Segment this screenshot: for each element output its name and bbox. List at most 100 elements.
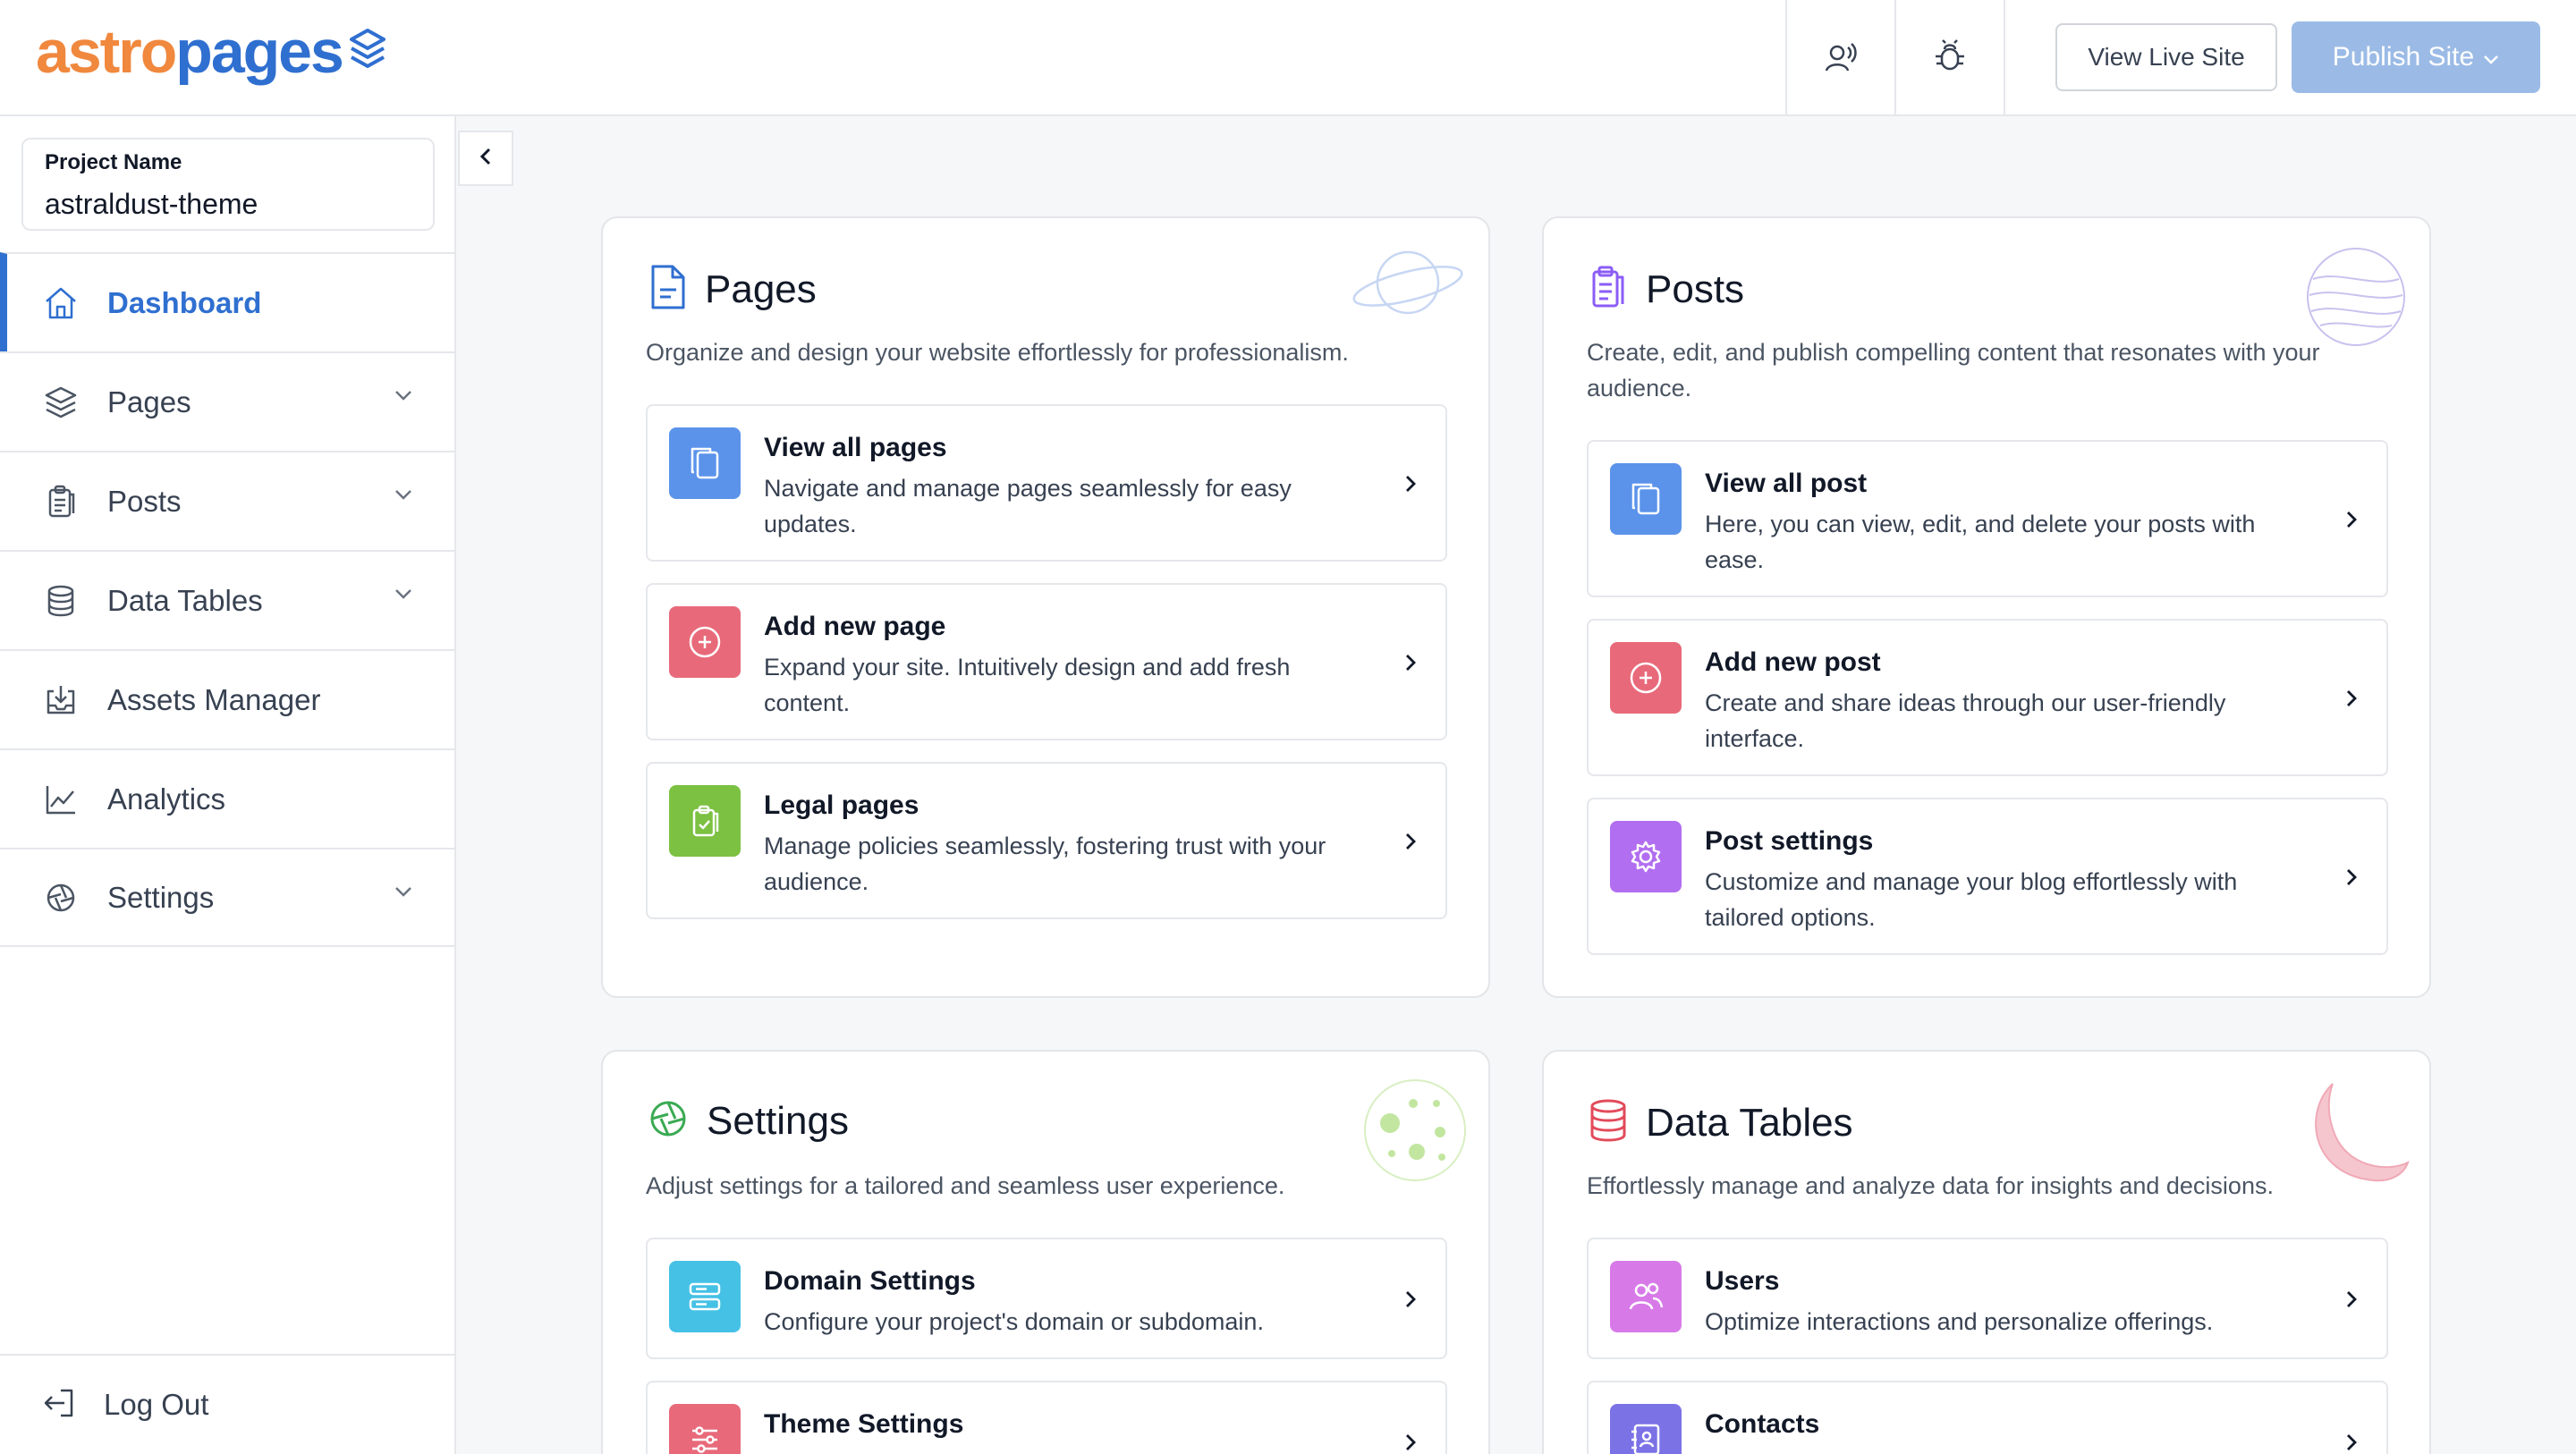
- settings-card: Settings Adjust settings for a tailored …: [601, 1050, 1490, 1454]
- add-new-page-item[interactable]: Add new page Expand your site. Intuitive…: [646, 583, 1447, 740]
- item-description: Manage policies seamlessly, fostering tr…: [764, 833, 1326, 895]
- sidebar-item-dashboard[interactable]: Dashboard: [0, 252, 454, 351]
- data-tables-card-title: Data Tables: [1646, 1100, 1853, 1145]
- sidebar-item-assets-manager[interactable]: Assets Manager: [0, 649, 454, 748]
- sidebar-item-label: Posts: [107, 484, 182, 518]
- sidebar-item-posts[interactable]: Posts: [0, 451, 454, 550]
- view-all-pages-item[interactable]: View all pages Navigate and manage pages…: [646, 404, 1447, 562]
- project-name-label: Project Name: [45, 150, 182, 174]
- publish-site-button[interactable]: Publish Site: [2292, 21, 2540, 93]
- sidebar-item-settings[interactable]: Settings: [0, 848, 454, 947]
- chevron-right-icon: [2345, 689, 2358, 713]
- post-settings-item[interactable]: Post settings Customize and manage your …: [1587, 798, 2388, 955]
- plus-circle-icon: [1610, 642, 1682, 714]
- users-item[interactable]: Users Optimize interactions and personal…: [1587, 1238, 2388, 1359]
- sidebar-item-label: Settings: [107, 880, 215, 914]
- chevron-down-icon: [394, 588, 413, 604]
- home-icon: [41, 283, 80, 323]
- posts-card-title: Posts: [1646, 266, 1745, 311]
- document-icon: [646, 263, 689, 316]
- copy-icon: [1610, 463, 1682, 535]
- pages-card-title: Pages: [705, 266, 817, 311]
- item-title: Contacts: [1705, 1409, 1820, 1439]
- header-divider: [2004, 0, 2005, 116]
- item-title: Post settings: [1705, 826, 1874, 856]
- line-chart-icon: [41, 780, 80, 819]
- contact-book-icon: [1610, 1404, 1682, 1454]
- headset-icon: [1823, 38, 1859, 79]
- posts-card: Posts Create, edit, and publish compelli…: [1542, 216, 2431, 998]
- sidebar-item-label: Dashboard: [107, 285, 262, 319]
- sidebar-item-pages[interactable]: Pages: [0, 351, 454, 451]
- bug-icon: [1932, 38, 1968, 79]
- chevron-down-icon: [394, 885, 413, 902]
- settings-card-description: Adjust settings for a tailored and seaml…: [646, 1172, 1285, 1199]
- collapse-sidebar-button[interactable]: [458, 131, 513, 186]
- view-live-site-button[interactable]: View Live Site: [2055, 23, 2277, 91]
- clipboard-icon: [1587, 263, 1630, 316]
- chevron-right-icon: [2345, 1433, 2358, 1454]
- chevron-right-icon: [1404, 653, 1417, 677]
- chevron-right-icon: [1404, 474, 1417, 498]
- logout-icon: [41, 1385, 77, 1425]
- server-icon: [669, 1261, 741, 1332]
- pages-card: Pages Organize and design your website e…: [601, 216, 1490, 998]
- item-description: Expand your site. Intuitively design and…: [764, 654, 1291, 716]
- sidebar-item-label: Pages: [107, 385, 191, 418]
- logout-label: Log Out: [104, 1388, 209, 1421]
- database-icon: [41, 581, 80, 621]
- layers-logo-icon: [348, 27, 387, 78]
- item-title: Theme Settings: [764, 1409, 964, 1439]
- project-name-value: astraldust-theme: [45, 188, 258, 220]
- clipboard-icon: [41, 482, 80, 521]
- sidebar-nav: Dashboard Pages Posts Data Tables Assets…: [0, 252, 454, 947]
- pages-card-description: Organize and design your website effortl…: [646, 339, 1349, 366]
- logout-button[interactable]: Log Out: [0, 1354, 454, 1454]
- item-title: Users: [1705, 1266, 1780, 1296]
- data-tables-card-description: Effortlessly manage and analyze data for…: [1587, 1172, 2274, 1199]
- chevron-right-icon: [1404, 832, 1417, 856]
- sliders-icon: [669, 1404, 741, 1454]
- view-all-post-item[interactable]: View all post Here, you can view, edit, …: [1587, 440, 2388, 597]
- plus-circle-icon: [669, 606, 741, 678]
- sidebar-item-label: Assets Manager: [107, 682, 321, 716]
- item-title: Domain Settings: [764, 1266, 976, 1296]
- chevron-down-icon: [394, 389, 413, 406]
- item-description: Optimize interactions and personalize of…: [1705, 1308, 2214, 1335]
- chevron-left-icon: [479, 146, 493, 172]
- legal-pages-item[interactable]: Legal pages Manage policies seamlessly, …: [646, 762, 1447, 919]
- item-title: Legal pages: [764, 790, 919, 820]
- item-description: Navigate and manage pages seamlessly for…: [764, 475, 1292, 537]
- support-button[interactable]: [1785, 0, 1894, 116]
- settings-card-title: Settings: [707, 1098, 849, 1143]
- report-bug-button[interactable]: [1894, 0, 2004, 116]
- download-box-icon: [41, 681, 80, 720]
- chevron-right-icon: [2345, 1289, 2358, 1314]
- posts-card-description: Create, edit, and publish compelling con…: [1587, 339, 2320, 402]
- sidebar-item-data-tables[interactable]: Data Tables: [0, 550, 454, 649]
- item-title: Add new post: [1705, 647, 1881, 677]
- astropages-logo[interactable]: astropages: [36, 21, 387, 82]
- publish-site-label: Publish Site: [2332, 42, 2475, 72]
- add-new-post-item[interactable]: Add new post Create and share ideas thro…: [1587, 619, 2388, 776]
- theme-settings-item[interactable]: Theme Settings: [646, 1381, 1447, 1454]
- users-icon: [1610, 1261, 1682, 1332]
- item-description: Here, you can view, edit, and delete you…: [1705, 511, 2256, 573]
- gear-icon: [1610, 821, 1682, 892]
- contacts-item[interactable]: Contacts: [1587, 1381, 2388, 1454]
- item-title: View all pages: [764, 433, 947, 462]
- item-title: View all post: [1705, 469, 1868, 498]
- domain-settings-item[interactable]: Domain Settings Configure your project's…: [646, 1238, 1447, 1359]
- chevron-right-icon: [2345, 510, 2358, 534]
- aperture-icon: [41, 878, 80, 917]
- project-name-field[interactable]: Project Name astraldust-theme: [21, 138, 435, 231]
- planet-decoration-icon: [1352, 243, 1469, 328]
- chevron-down-icon: [2483, 42, 2499, 72]
- item-description: Configure your project's domain or subdo…: [764, 1308, 1264, 1335]
- aperture-icon: [646, 1096, 691, 1145]
- chevron-right-icon: [1404, 1289, 1417, 1314]
- sidebar-item-analytics[interactable]: Analytics: [0, 748, 454, 848]
- sidebar-item-label: Data Tables: [107, 583, 263, 617]
- logo-text-pages: pages: [175, 18, 344, 86]
- chevron-right-icon: [2345, 867, 2358, 892]
